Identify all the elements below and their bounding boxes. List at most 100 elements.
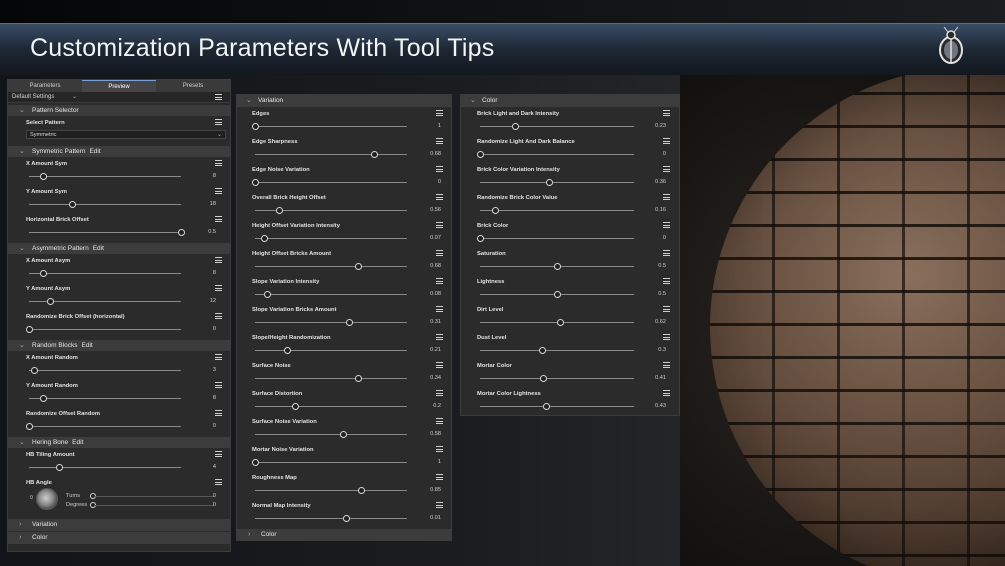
hamburger-menu-icon[interactable] [436, 110, 443, 116]
color-collapsed-section[interactable]: › Color [237, 529, 451, 541]
slider-track[interactable] [29, 204, 181, 205]
hamburger-menu-icon[interactable] [436, 446, 443, 452]
hamburger-menu-icon[interactable] [436, 306, 443, 312]
slider-handle[interactable] [39, 270, 47, 277]
slider-handle[interactable] [283, 347, 291, 354]
slider-track[interactable] [255, 406, 407, 407]
turns-track[interactable] [94, 496, 214, 497]
hamburger-menu-icon[interactable] [215, 160, 222, 166]
slider-handle[interactable] [370, 151, 378, 158]
slider-track[interactable] [480, 406, 634, 407]
slider-handle[interactable] [264, 291, 272, 298]
color-header[interactable]: ⌄ Color [461, 95, 679, 107]
hamburger-menu-icon[interactable] [663, 362, 670, 368]
hamburger-menu-icon[interactable] [663, 306, 670, 312]
hamburger-menu-icon[interactable] [215, 410, 222, 416]
hamburger-menu-icon[interactable] [436, 334, 443, 340]
slider-track[interactable] [255, 378, 407, 379]
slider-track[interactable] [29, 273, 181, 274]
hamburger-menu-icon[interactable] [663, 334, 670, 340]
section-header[interactable]: ⌄ Random Blocks Edit [8, 340, 230, 351]
slider-handle[interactable] [47, 298, 55, 305]
slider-handle[interactable] [39, 173, 47, 180]
slider-track[interactable] [29, 176, 181, 177]
tab-presets[interactable]: Presets [156, 80, 230, 92]
slider-track[interactable] [29, 329, 181, 330]
angle-dial[interactable] [36, 488, 58, 510]
hamburger-menu-icon[interactable] [436, 418, 443, 424]
slider-handle[interactable] [252, 123, 259, 130]
hamburger-menu-icon[interactable] [663, 390, 670, 396]
slider-handle[interactable] [252, 459, 259, 466]
slider-track[interactable] [255, 350, 407, 351]
slider-track[interactable] [255, 182, 407, 183]
slider-track[interactable] [480, 126, 634, 127]
hamburger-menu-icon[interactable] [663, 138, 670, 144]
slider-track[interactable] [255, 126, 407, 127]
slider-track[interactable] [480, 378, 634, 379]
slider-handle[interactable] [477, 151, 484, 158]
hamburger-menu-icon[interactable] [663, 250, 670, 256]
hamburger-menu-icon[interactable] [663, 278, 670, 284]
hamburger-menu-icon[interactable] [663, 166, 670, 172]
slider-handle[interactable] [538, 347, 546, 354]
hamburger-menu-icon[interactable] [215, 479, 222, 485]
slider-handle[interactable] [68, 201, 76, 208]
slider-track[interactable] [29, 398, 181, 399]
section-edit-label[interactable]: Edit [82, 342, 93, 349]
slider-handle[interactable] [554, 263, 561, 270]
hamburger-menu-icon[interactable] [215, 119, 222, 125]
slider-track[interactable] [255, 294, 407, 295]
hamburger-menu-icon[interactable] [436, 502, 443, 508]
slider-handle[interactable] [56, 464, 64, 471]
slider-handle[interactable] [26, 423, 33, 430]
slider-track[interactable] [480, 154, 634, 155]
settings-selector[interactable]: Default Settings ⌄ [8, 92, 230, 103]
slider-handle[interactable] [540, 375, 548, 382]
hamburger-menu-icon[interactable] [436, 278, 443, 284]
slider-handle[interactable] [26, 326, 33, 333]
degrees-track[interactable] [94, 505, 214, 506]
section-header[interactable]: ⌄ Pattern Selector [8, 105, 230, 116]
hamburger-menu-icon[interactable] [663, 194, 670, 200]
hamburger-menu-icon[interactable] [436, 138, 443, 144]
hamburger-menu-icon[interactable] [436, 474, 443, 480]
hamburger-menu-icon[interactable] [436, 250, 443, 256]
section-edit-label[interactable]: Edit [89, 148, 100, 155]
hamburger-menu-icon[interactable] [663, 222, 670, 228]
tab-preview[interactable]: Preview [82, 80, 156, 92]
slider-handle[interactable] [355, 375, 363, 382]
hamburger-menu-icon[interactable] [215, 188, 222, 194]
slider-track[interactable] [255, 434, 407, 435]
hamburger-menu-icon[interactable] [215, 451, 222, 457]
hamburger-menu-icon[interactable] [663, 110, 670, 116]
slider-handle[interactable] [261, 235, 269, 242]
slider-track[interactable] [29, 467, 181, 468]
slider-handle[interactable] [492, 207, 500, 214]
hamburger-menu-icon[interactable] [215, 257, 222, 263]
hamburger-menu-icon[interactable] [436, 362, 443, 368]
hamburger-menu-icon[interactable] [436, 222, 443, 228]
slider-track[interactable] [480, 350, 634, 351]
slider-track[interactable] [255, 154, 407, 155]
hamburger-menu-icon[interactable] [215, 94, 222, 100]
section-header[interactable]: ⌄ Hering Bone Edit [8, 437, 230, 448]
slider-handle[interactable] [276, 207, 284, 214]
hamburger-menu-icon[interactable] [215, 313, 222, 319]
hamburger-menu-icon[interactable] [215, 354, 222, 360]
slider-handle[interactable] [343, 515, 351, 522]
slider-handle[interactable] [512, 123, 520, 130]
slider-track[interactable] [255, 238, 407, 239]
hamburger-menu-icon[interactable] [436, 166, 443, 172]
slider-handle[interactable] [178, 229, 185, 236]
hamburger-menu-icon[interactable] [215, 382, 222, 388]
hamburger-menu-icon[interactable] [436, 390, 443, 396]
slider-track[interactable] [255, 266, 407, 267]
hamburger-menu-icon[interactable] [215, 216, 222, 222]
slider-track[interactable] [29, 370, 181, 371]
slider-track[interactable] [255, 322, 407, 323]
collapsed-section[interactable]: › Variation [8, 519, 230, 531]
hamburger-menu-icon[interactable] [436, 194, 443, 200]
slider-track[interactable] [255, 490, 407, 491]
slider-handle[interactable] [291, 403, 299, 410]
